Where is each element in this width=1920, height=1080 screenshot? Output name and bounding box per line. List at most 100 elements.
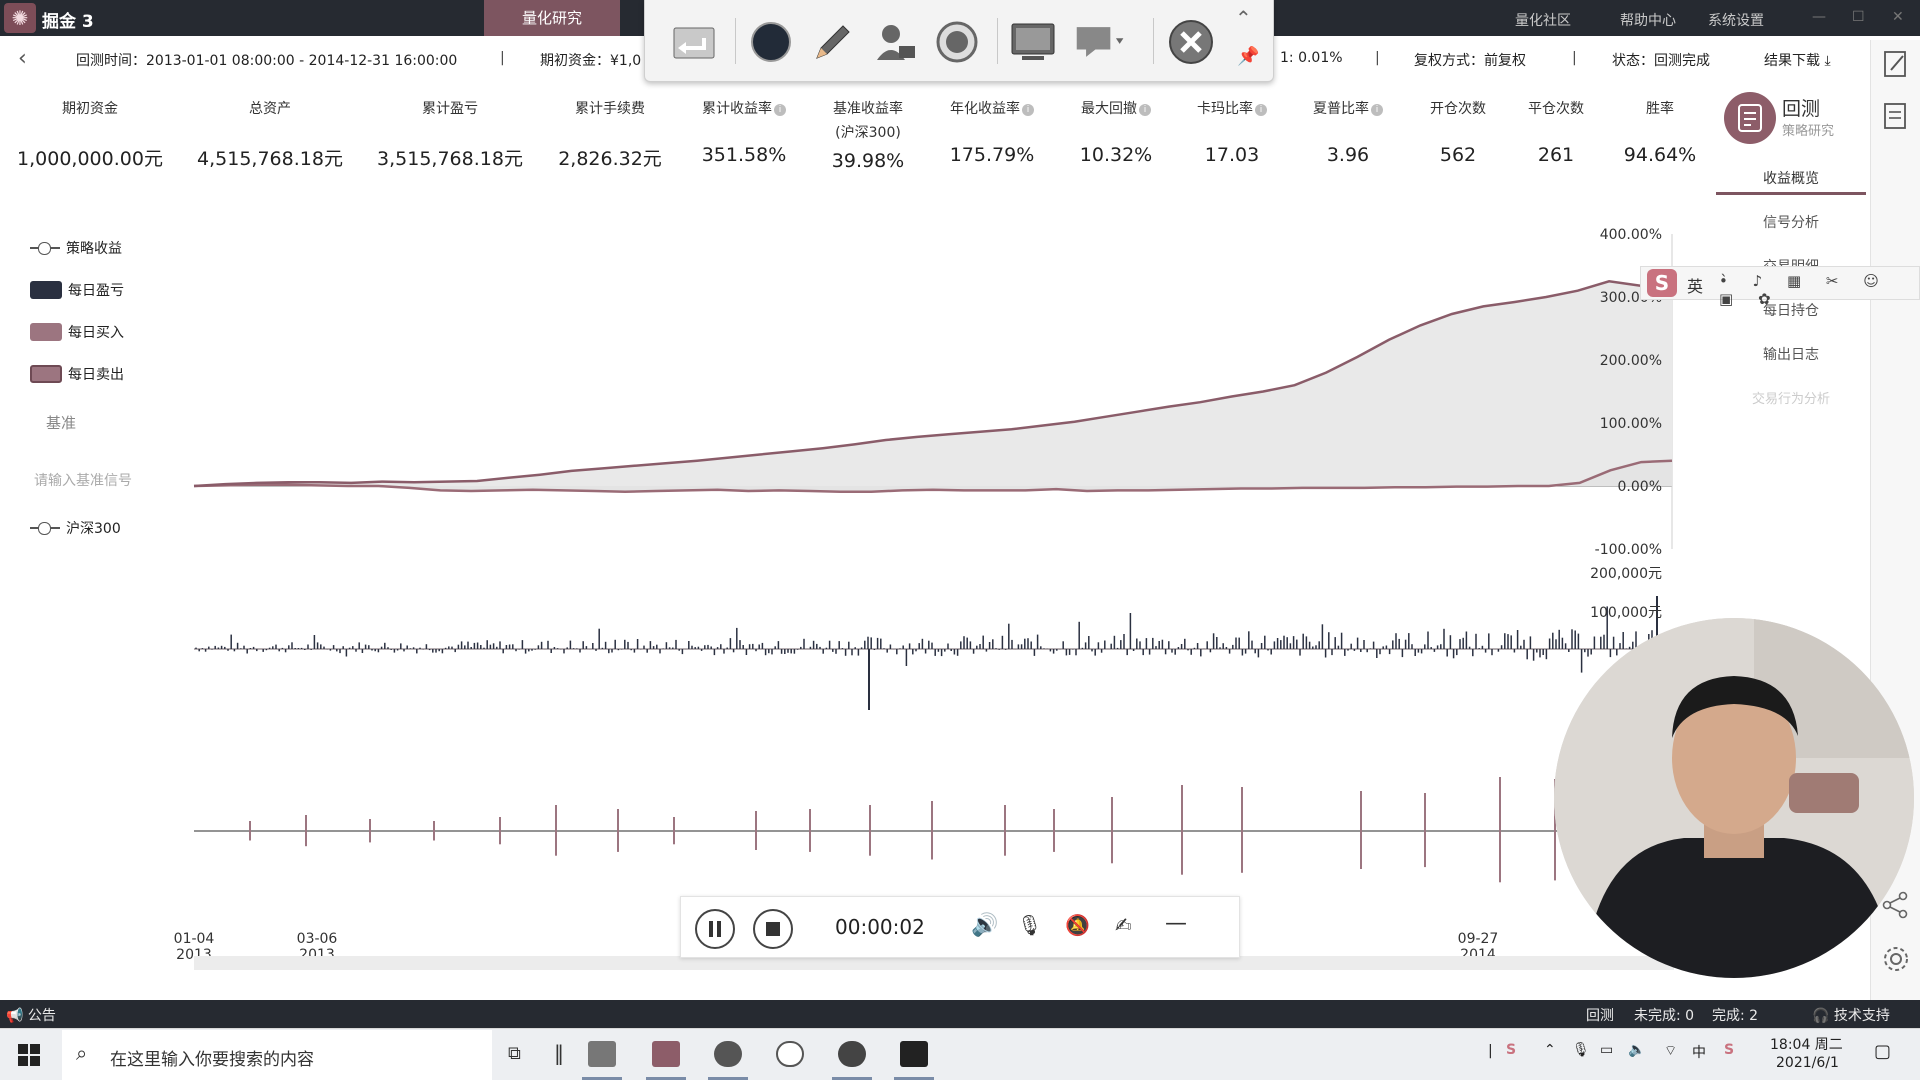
pen-icon[interactable]: [805, 16, 861, 68]
record-icon[interactable]: [929, 16, 985, 68]
legend-swatch: [30, 365, 62, 383]
notification-center-icon[interactable]: ▢: [1874, 1041, 1891, 1062]
volume-icon[interactable]: 🔈: [1628, 1042, 1645, 1058]
stat-value: 3,515,768.18元: [377, 148, 523, 170]
mute-bell-icon[interactable]: 🔕: [1065, 913, 1090, 937]
sogou-ime-icon[interactable]: S: [1724, 1042, 1734, 1058]
zoom-slider-track[interactable]: [194, 956, 1674, 970]
juejin-app-icon[interactable]: [652, 1041, 680, 1067]
info-icon[interactable]: i: [1022, 104, 1034, 116]
tech-support-link[interactable]: 🎧 技术支持: [1812, 1005, 1890, 1025]
announcement-link[interactable]: 📢 公告: [6, 1005, 56, 1025]
legend-label: 沪深300: [66, 521, 121, 537]
display-dropdown-icon[interactable]: [1073, 16, 1129, 68]
tray-expand-icon[interactable]: ⌃: [1544, 1042, 1556, 1058]
screen-capture-icon[interactable]: [1005, 16, 1061, 68]
legend-label: 每日买入: [68, 325, 124, 341]
legend-strategy-toggle[interactable]: 策略收益: [30, 238, 122, 258]
info-icon[interactable]: i: [774, 104, 786, 116]
nav-help-link[interactable]: 帮助中心: [1620, 10, 1676, 30]
ime-logo-icon[interactable]: S: [1647, 269, 1677, 297]
clock-date[interactable]: 2021/6/1: [1776, 1055, 1839, 1071]
input-method-indicator[interactable]: 中: [1692, 1042, 1706, 1062]
battery-icon[interactable]: ▭: [1600, 1042, 1613, 1058]
backtest-panel-subtitle: 策略研究: [1782, 124, 1835, 139]
stop-button[interactable]: [753, 909, 793, 949]
menu-signal-analysis[interactable]: 信号分析: [1712, 212, 1870, 232]
media-app-icon[interactable]: [838, 1041, 866, 1067]
benchmark-signal-input[interactable]: 请输入基准信号: [34, 470, 132, 490]
stat-label: 夏普比率: [1313, 101, 1369, 117]
stat-item: 累计盈亏 3,515,768.18元: [370, 98, 530, 171]
legend-benchmark-toggle[interactable]: 沪深300: [30, 518, 121, 538]
nav-settings-link[interactable]: 系统设置: [1708, 10, 1764, 30]
taskbar-search-box[interactable]: ⌕ 在这里输入你要搜索的内容: [62, 1030, 492, 1080]
search-icon: ⌕: [76, 1041, 88, 1065]
annotate-pen-icon[interactable]: ✍: [1115, 913, 1132, 937]
terminal-app-icon[interactable]: [900, 1041, 928, 1067]
maximize-icon[interactable]: ☐: [1852, 9, 1865, 25]
network-icon[interactable]: ⌔: [1664, 1042, 1677, 1060]
speaker-icon[interactable]: 🔊: [971, 913, 998, 938]
document-icon[interactable]: [1883, 102, 1909, 132]
gear-icon[interactable]: [1881, 944, 1911, 974]
menu-return-overview[interactable]: 收益概览: [1712, 168, 1870, 188]
download-results-button[interactable]: 结果下载 ⤓: [1764, 50, 1831, 70]
toolbar-separator: [1153, 18, 1154, 64]
recorder-close-icon[interactable]: [1163, 16, 1219, 68]
backtest-status: 状态：回测完成: [1612, 53, 1710, 69]
y-tick-label: -100.00%: [1595, 542, 1662, 558]
stat-label: 卡玛比率: [1197, 101, 1253, 117]
file-explorer-icon[interactable]: [588, 1041, 616, 1067]
edit-doc-icon[interactable]: [1883, 50, 1909, 80]
sync-app-icon[interactable]: [776, 1041, 804, 1067]
recorder-undo-icon[interactable]: [665, 16, 721, 68]
initial-capital: 期初资金：¥1,0: [540, 53, 642, 69]
tab-quant-research[interactable]: 量化研究: [484, 0, 620, 36]
ime-tool-icons[interactable]: •̀ ♪ ▦ ✂ ☺ ▣ ✿: [1719, 272, 1919, 308]
stat-value: 1,000,000.00元: [17, 148, 163, 170]
tray-separator: |: [1488, 1043, 1493, 1059]
collapse-up-icon[interactable]: ⌃: [1235, 6, 1252, 30]
strategy-return-area: [194, 281, 1672, 486]
pause-button[interactable]: [695, 909, 735, 949]
legend-label: 每日盈亏: [68, 283, 124, 299]
minimize-player-icon[interactable]: —: [1165, 911, 1187, 936]
legend-swatch: [30, 281, 62, 299]
recording-player-bar: 00:00:02 🔊 🎙 🔕 ✍ —: [680, 896, 1240, 958]
recording-timer: 00:00:02: [835, 915, 925, 939]
close-window-icon[interactable]: ✕: [1892, 9, 1904, 25]
app-name: 掘金 3: [42, 12, 94, 32]
pin-icon[interactable]: 📌: [1237, 46, 1259, 67]
info-separator: |: [1375, 50, 1380, 66]
nav-community-link[interactable]: 量化社区: [1515, 10, 1571, 30]
recorder-color-icon[interactable]: [743, 16, 799, 68]
y-tick-label: 400.00%: [1600, 227, 1662, 243]
legend-daily-sell-toggle[interactable]: 每日卖出: [30, 364, 124, 384]
app-logo-icon: ✺: [4, 3, 36, 33]
y-tick-label: 100.00%: [1600, 416, 1662, 432]
toolbar-separator: [735, 18, 736, 64]
status-pending: 未完成: 0: [1634, 1008, 1695, 1024]
legend-daily-buy-toggle[interactable]: 每日买入: [30, 322, 124, 342]
back-arrow-icon[interactable]: ‹: [18, 46, 27, 71]
menu-output-log[interactable]: 输出日志: [1712, 344, 1870, 364]
info-icon[interactable]: i: [1139, 104, 1151, 116]
sogou-tray-icon[interactable]: S: [1506, 1042, 1516, 1058]
webcam-user-icon[interactable]: [867, 16, 923, 68]
microphone-icon[interactable]: 🎙: [1017, 913, 1042, 937]
legend-label: 策略收益: [66, 241, 122, 257]
info-icon[interactable]: i: [1255, 104, 1267, 116]
browser-icon[interactable]: [714, 1041, 742, 1067]
clock-time[interactable]: 18:04 周二: [1770, 1034, 1843, 1054]
menu-trade-behavior[interactable]: 交易行为分析: [1712, 388, 1870, 407]
minimize-icon[interactable]: —: [1812, 9, 1826, 25]
ime-language-toggle[interactable]: 英: [1687, 273, 1703, 297]
benchmark-heading: 基准: [46, 414, 77, 432]
daily-trade-bars: [249, 777, 1556, 883]
legend-daily-pnl-toggle[interactable]: 每日盈亏: [30, 280, 124, 300]
task-view-icon[interactable]: ⧉: [508, 1043, 521, 1064]
windows-start-icon[interactable]: [18, 1044, 40, 1066]
tray-mic-icon[interactable]: 🎙: [1572, 1042, 1590, 1058]
backtest-doc-icon: [1724, 92, 1776, 144]
